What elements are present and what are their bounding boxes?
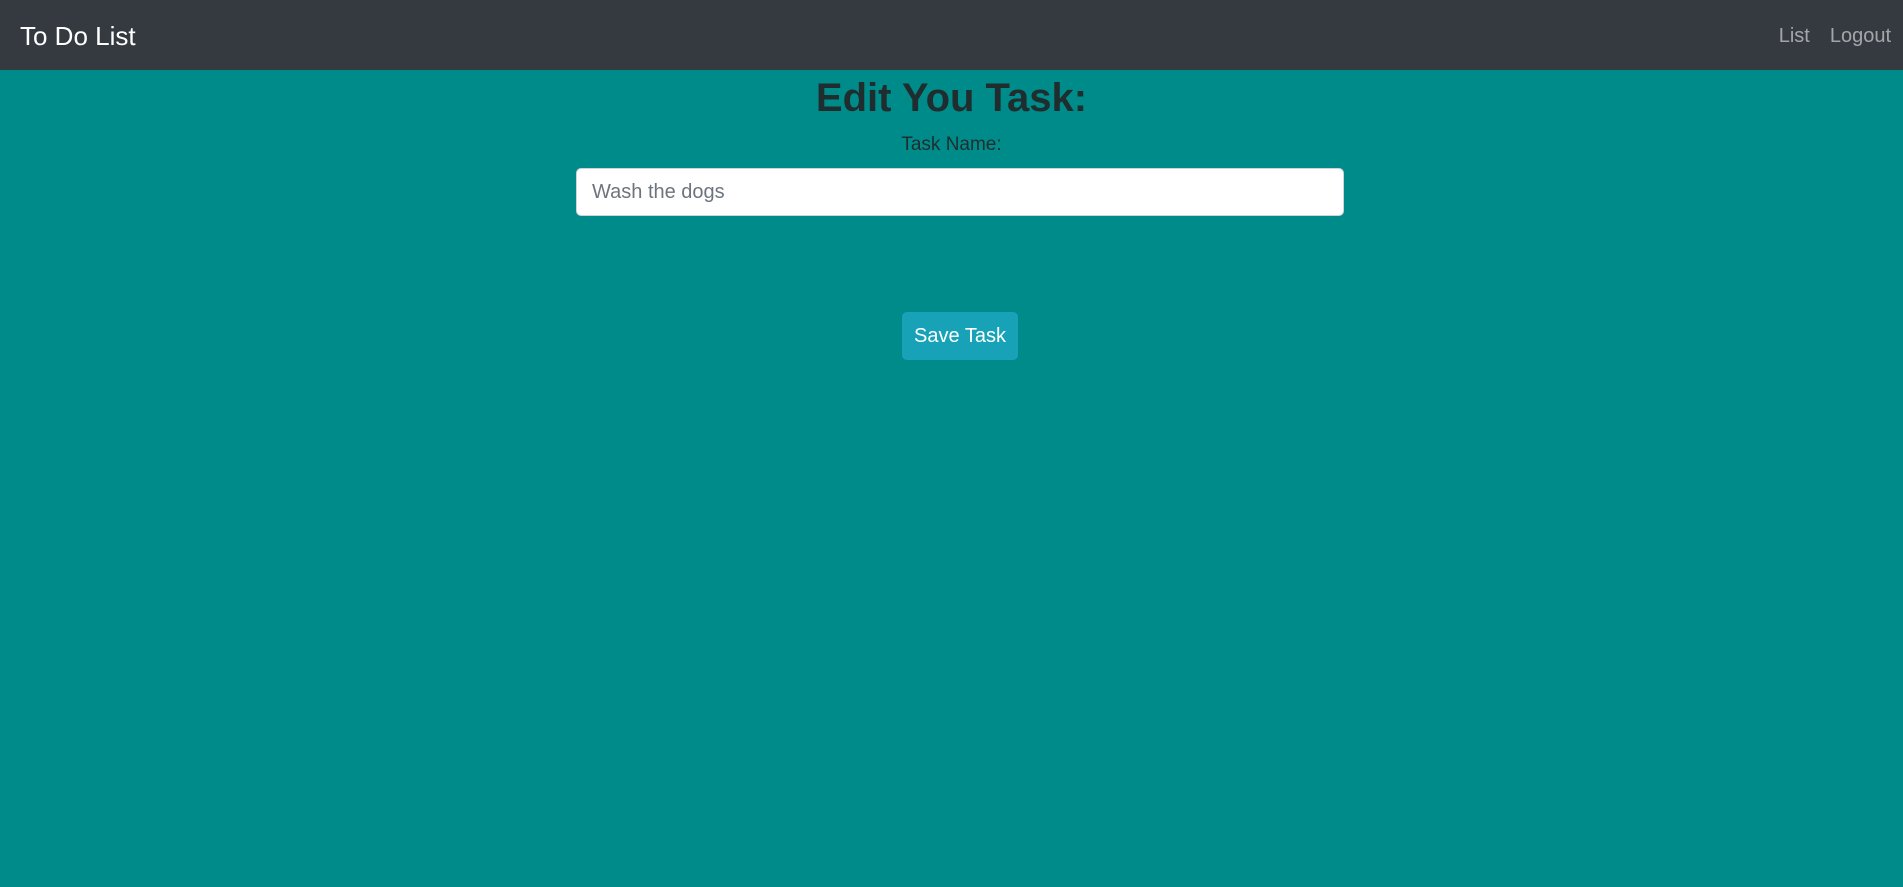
task-name-label: Task Name: (901, 134, 1002, 155)
brand-link[interactable]: To Do List (20, 20, 136, 52)
edit-task-form: Edit You Task: Task Name: Save Task (0, 70, 1903, 887)
top-navbar: To Do List List Logout (0, 0, 1903, 70)
page-title: Edit You Task: (815, 76, 1088, 120)
task-name-input[interactable] (576, 168, 1344, 216)
save-task-button[interactable]: Save Task (902, 312, 1018, 360)
nav-link-logout[interactable]: Logout (1830, 22, 1891, 50)
nav-link-list[interactable]: List (1779, 22, 1810, 50)
nav-links: List Logout (1779, 22, 1891, 50)
